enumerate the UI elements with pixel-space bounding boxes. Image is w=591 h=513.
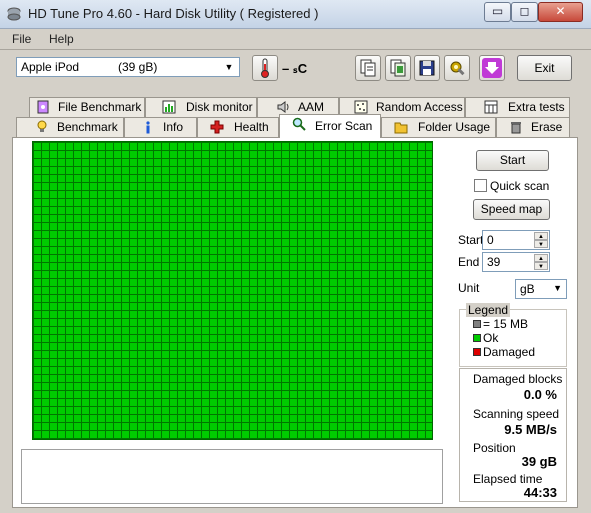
scanning-speed-label: Scanning speed	[473, 407, 560, 421]
temperature-button[interactable]	[252, 55, 278, 81]
tab-erase[interactable]: Erase	[496, 117, 570, 137]
legend-label-ok: Ok	[483, 331, 499, 345]
scan-log-box	[21, 449, 443, 504]
elapsed-time-label: Elapsed time	[473, 472, 543, 486]
chevron-down-icon: ▼	[553, 283, 562, 293]
spin-down-icon[interactable]: ▼	[534, 240, 548, 248]
menu-bar	[0, 29, 591, 49]
spin-up-icon[interactable]: ▲	[534, 232, 548, 240]
options-icon	[450, 61, 465, 76]
scan-block-map	[32, 141, 433, 440]
spin-up-icon[interactable]: ▲	[534, 254, 548, 262]
tab-extra-tests[interactable]: Extra tests	[465, 97, 570, 117]
unit-label: Unit	[458, 281, 480, 295]
position-label: Position	[473, 441, 516, 455]
tab-file-benchmark[interactable]: File Benchmark	[29, 97, 145, 117]
download-icon	[482, 58, 502, 78]
download-button[interactable]	[479, 55, 505, 81]
extra-tests-icon	[484, 100, 498, 114]
tab-health[interactable]: Health	[197, 117, 279, 137]
drive-select[interactable]: Apple iPod (39 gB) ▼	[16, 57, 240, 77]
trash-icon	[511, 122, 521, 134]
copy-screenshot-icon	[390, 59, 406, 77]
tab-folder-usage[interactable]: Folder Usage	[381, 117, 496, 137]
maximize-icon: ◻	[519, 4, 530, 18]
start-button[interactable]: Start	[476, 150, 549, 171]
tab-disk-monitor[interactable]: Disk monitor	[145, 97, 257, 117]
end-spinbox[interactable]: 39 ▲ ▼	[482, 252, 550, 272]
quick-scan-checkbox[interactable]	[474, 179, 487, 192]
maximize-button[interactable]: ◻	[511, 2, 538, 22]
legend-label-block: = 15 MB	[483, 317, 529, 331]
unit-value: gB	[520, 282, 535, 296]
disk-monitor-icon	[162, 100, 176, 114]
save-button[interactable]	[414, 55, 440, 81]
legend-swatch-damaged	[473, 348, 481, 356]
thermometer-icon	[261, 58, 269, 78]
minimize-icon: ▭	[491, 4, 504, 18]
spin-down-icon[interactable]: ▼	[534, 262, 548, 270]
copy-info-icon	[360, 59, 376, 77]
tab-error-scan[interactable]: Error Scan	[279, 114, 381, 138]
end-label: End	[458, 255, 480, 269]
copy-info-button[interactable]	[355, 55, 381, 81]
file-benchmark-icon	[37, 100, 49, 114]
tab-info[interactable]: Info	[124, 117, 197, 137]
temperature-readout: – ₛC	[282, 61, 308, 76]
start-value: 0	[487, 233, 494, 247]
start-spinbox[interactable]: 0 ▲ ▼	[482, 230, 550, 250]
drive-size: (39 gB)	[118, 60, 158, 74]
app-icon	[7, 7, 21, 21]
benchmark-icon	[37, 120, 47, 132]
speaker-icon	[277, 101, 289, 113]
scanning-speed-value: 9.5 MB/s	[504, 422, 557, 437]
legend-swatch-block	[473, 320, 481, 328]
options-button[interactable]	[444, 55, 470, 81]
elapsed-time-value: 44:33	[523, 485, 557, 500]
legend-swatch-ok	[473, 334, 481, 342]
copy-screenshot-button[interactable]	[385, 55, 411, 81]
unit-select[interactable]: gB ▼	[515, 279, 567, 299]
end-value: 39	[487, 255, 501, 269]
magnifier-icon	[292, 117, 306, 131]
minimize-button[interactable]: ▭	[484, 2, 511, 22]
position-value: 39 gB	[521, 454, 557, 469]
menu-file[interactable]: File	[12, 32, 31, 46]
quick-scan-label: Quick scan	[490, 179, 550, 193]
health-cross-icon	[210, 120, 224, 134]
menu-separator	[0, 49, 591, 50]
speed-map-button[interactable]: Speed map	[473, 199, 550, 220]
close-icon: ✕	[555, 4, 566, 18]
save-icon	[419, 60, 435, 76]
drive-name: Apple iPod	[21, 60, 80, 74]
tab-benchmark[interactable]: Benchmark	[16, 117, 124, 137]
random-access-icon	[354, 100, 368, 114]
legend-label-damaged: Damaged	[483, 345, 536, 359]
chevron-down-icon: ▼	[224, 62, 234, 72]
start-label: Start	[458, 233, 484, 247]
exit-button[interactable]: Exit	[517, 55, 572, 81]
info-icon	[146, 121, 150, 134]
damaged-blocks-label: Damaged blocks	[473, 372, 563, 386]
close-button[interactable]: ✕	[538, 2, 583, 22]
damaged-blocks-value: 0.0 %	[523, 387, 557, 402]
menu-help[interactable]: Help	[49, 32, 74, 46]
window-title: HD Tune Pro 4.60 - Hard Disk Utility ( R…	[28, 6, 319, 21]
legend-title: Legend	[466, 303, 511, 317]
folder-icon	[394, 122, 408, 134]
